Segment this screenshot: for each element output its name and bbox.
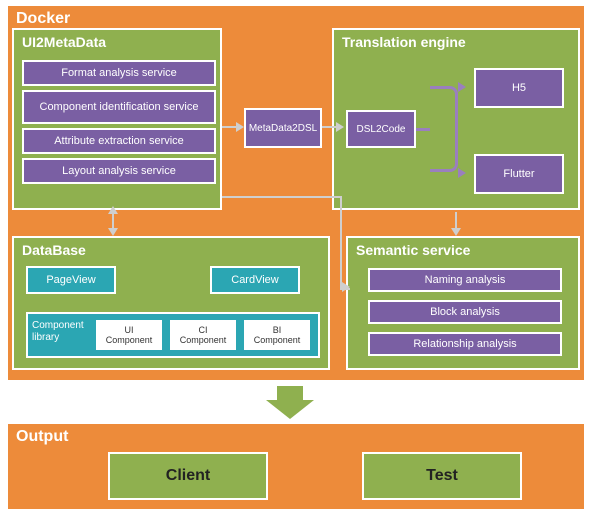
cardview-node: CardView: [210, 266, 300, 294]
big-arrow-docker-to-output: [275, 384, 305, 402]
format-analysis-service: Format analysis service: [22, 60, 216, 86]
arrow-translation-to-semantic: [455, 212, 457, 230]
bi-component: BI Component: [244, 320, 310, 350]
translation-engine-container: Translation engine DSL2Code H5 Flutter: [332, 28, 580, 210]
arrow-layout-to-semantic: [222, 196, 340, 198]
h5-node: H5: [474, 68, 564, 108]
component-library-container: Component library UI Component CI Compon…: [26, 312, 320, 358]
arrow-ui2meta-database-bidir: [112, 212, 114, 230]
pageview-node: PageView: [26, 266, 116, 294]
arrow-ui2meta-to-metadata2dsl: [222, 126, 236, 128]
ui2metadata-title: UI2MetaData: [22, 34, 106, 50]
block-analysis: Block analysis: [368, 300, 562, 324]
database-container: DataBase PageView CardView Component lib…: [12, 236, 330, 370]
output-container: Output Client Test: [6, 422, 586, 511]
dsl2code-node: DSL2Code: [346, 110, 416, 148]
attribute-extraction-service: Attribute extraction service: [22, 128, 216, 154]
client-node: Client: [108, 452, 268, 500]
test-node: Test: [362, 452, 522, 500]
relationship-analysis: Relationship analysis: [368, 332, 562, 356]
layout-analysis-service: Layout analysis service: [22, 158, 216, 184]
metadata2dsl-node: MetaData2DSL: [244, 108, 322, 148]
database-title: DataBase: [22, 242, 86, 258]
semantic-service-title: Semantic service: [356, 242, 470, 258]
output-title: Output: [16, 428, 68, 446]
ui-component: UI Component: [96, 320, 162, 350]
naming-analysis: Naming analysis: [368, 268, 562, 292]
translation-engine-title: Translation engine: [342, 34, 466, 50]
ci-component: CI Component: [170, 320, 236, 350]
flutter-node: Flutter: [474, 154, 564, 194]
ui2metadata-container: UI2MetaData Format analysis service Comp…: [12, 28, 222, 210]
component-identification-service: Component identification service: [22, 90, 216, 124]
docker-title: Docker: [16, 10, 70, 28]
component-library-label: Component library: [32, 320, 92, 344]
bracket-connector: [430, 86, 458, 172]
arrow-metadata2dsl-to-translation: [322, 126, 336, 128]
semantic-service-container: Semantic service Naming analysis Block a…: [346, 236, 580, 370]
